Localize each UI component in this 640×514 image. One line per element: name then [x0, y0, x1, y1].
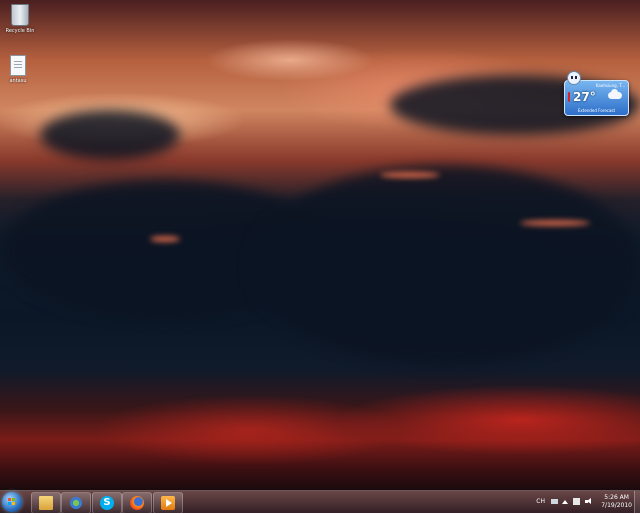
taskbar-network-button[interactable] [61, 492, 91, 514]
weather-city[interactable]: Kaohsiung, T... [596, 83, 625, 88]
cloudy-icon [608, 89, 622, 99]
firefox-icon [130, 496, 144, 510]
show-hidden-icons-icon[interactable] [562, 500, 568, 504]
keyboard-icon[interactable] [551, 499, 558, 504]
wallpaper-cloud [250, 165, 640, 365]
taskbar-media-player-button[interactable] [153, 492, 183, 514]
clock-time: 5:26 AM [604, 494, 629, 501]
thermometer-icon [568, 92, 570, 102]
weather-temperature: 27° [573, 90, 596, 104]
wallpaper-glow [380, 172, 440, 178]
document-icon [10, 55, 26, 76]
volume-icon[interactable] [585, 498, 592, 505]
weather-gadget[interactable]: Kaohsiung, T... 27° Extended Forecast [564, 71, 629, 116]
show-desktop-button[interactable] [634, 491, 640, 513]
text-file-icon[interactable]: antasu [0, 55, 38, 84]
action-center-flag-icon[interactable] [573, 498, 580, 505]
taskbar: S CH 5:26 AM 7/19/2010 [0, 490, 640, 514]
skype-icon: S [100, 496, 114, 510]
clock[interactable]: 5:26 AM 7/19/2010 [601, 494, 632, 510]
recycle-bin-icon[interactable]: Recycle Bin [0, 4, 40, 34]
taskbar-firefox-button[interactable] [122, 492, 152, 514]
trash-icon [11, 4, 29, 26]
extended-forecast-link[interactable]: Extended Forecast [565, 108, 628, 113]
wallpaper-glow [150, 236, 180, 242]
weather-mascot-icon [567, 71, 581, 85]
media-player-icon [161, 496, 175, 510]
start-button[interactable] [2, 492, 22, 512]
language-indicator[interactable]: CH [536, 498, 545, 505]
wallpaper-glow [520, 220, 590, 226]
system-tray: CH 5:26 AM 7/19/2010 [520, 491, 640, 513]
wallpaper-cloud [40, 110, 180, 160]
taskbar-skype-button[interactable]: S [92, 492, 122, 514]
taskbar-explorer-button[interactable] [31, 492, 61, 514]
network-icon [69, 496, 83, 510]
clock-date: 7/19/2010 [601, 502, 632, 509]
desktop-wallpaper[interactable]: Recycle Bin antasu Kaohsiung, T... 27° E… [0, 0, 640, 490]
folder-icon [39, 496, 53, 510]
text-file-label: antasu [9, 78, 27, 84]
recycle-bin-label: Recycle Bin [5, 28, 35, 34]
